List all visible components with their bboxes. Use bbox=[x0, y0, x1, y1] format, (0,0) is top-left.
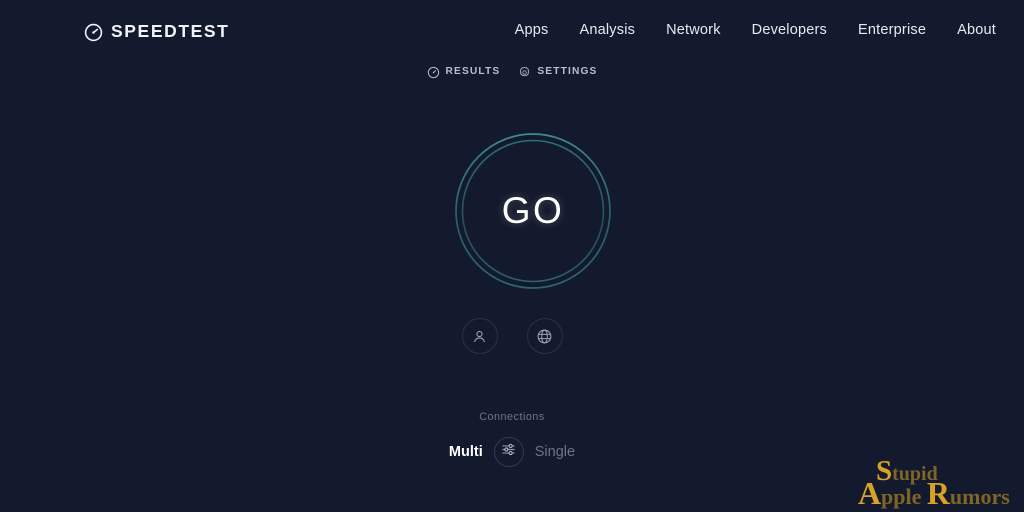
watermark-pple: pple bbox=[881, 484, 922, 509]
go-button-label: GO bbox=[501, 190, 565, 231]
secondary-navigation: RESULTS SETTINGS bbox=[0, 66, 1024, 79]
connections-toggle-button[interactable] bbox=[493, 436, 524, 467]
server-button[interactable] bbox=[526, 318, 563, 354]
brand-name: SPEEDTEST bbox=[111, 21, 230, 42]
nav-item-apps[interactable]: Apps bbox=[515, 22, 549, 38]
connection-option-multi[interactable]: Multi bbox=[449, 445, 483, 460]
subnav-label-settings: SETTINGS bbox=[537, 66, 598, 78]
sliders-icon bbox=[500, 441, 517, 463]
connections-label: Connections bbox=[479, 411, 545, 423]
nav-item-developers[interactable]: Developers bbox=[752, 22, 827, 38]
main-navigation: Apps Analysis Network Developers Enterpr… bbox=[515, 22, 996, 38]
user-icon bbox=[471, 328, 488, 345]
brand-logo[interactable]: SPEEDTEST bbox=[84, 20, 229, 44]
go-button[interactable]: GO bbox=[454, 132, 612, 290]
watermark-umors: umors bbox=[949, 484, 1010, 509]
gear-icon bbox=[518, 66, 531, 79]
nav-item-about[interactable]: About bbox=[957, 22, 996, 38]
nav-item-enterprise[interactable]: Enterprise bbox=[858, 22, 926, 38]
watermark-line-2: Apple Rumors bbox=[858, 478, 1010, 510]
watermark-r: R bbox=[926, 476, 950, 511]
site-header: SPEEDTEST Apps Analysis Network Develope… bbox=[0, 0, 1024, 62]
subnav-item-results[interactable]: RESULTS bbox=[427, 66, 501, 79]
subnav-item-settings[interactable]: SETTINGS bbox=[518, 66, 597, 79]
account-button[interactable] bbox=[461, 318, 498, 354]
watermark-a: A bbox=[858, 476, 882, 511]
results-gauge-icon bbox=[427, 66, 440, 79]
watermark: Stupid Apple Rumors bbox=[858, 452, 1024, 510]
speedometer-icon bbox=[84, 23, 103, 42]
quick-action-buttons bbox=[0, 318, 1024, 354]
globe-icon bbox=[536, 328, 553, 345]
subnav-label-results: RESULTS bbox=[445, 66, 501, 78]
connection-option-single[interactable]: Single bbox=[535, 445, 575, 460]
nav-item-analysis[interactable]: Analysis bbox=[579, 22, 635, 38]
nav-item-network[interactable]: Network bbox=[666, 22, 721, 38]
connections-toggle-row: Multi Single bbox=[449, 436, 575, 467]
